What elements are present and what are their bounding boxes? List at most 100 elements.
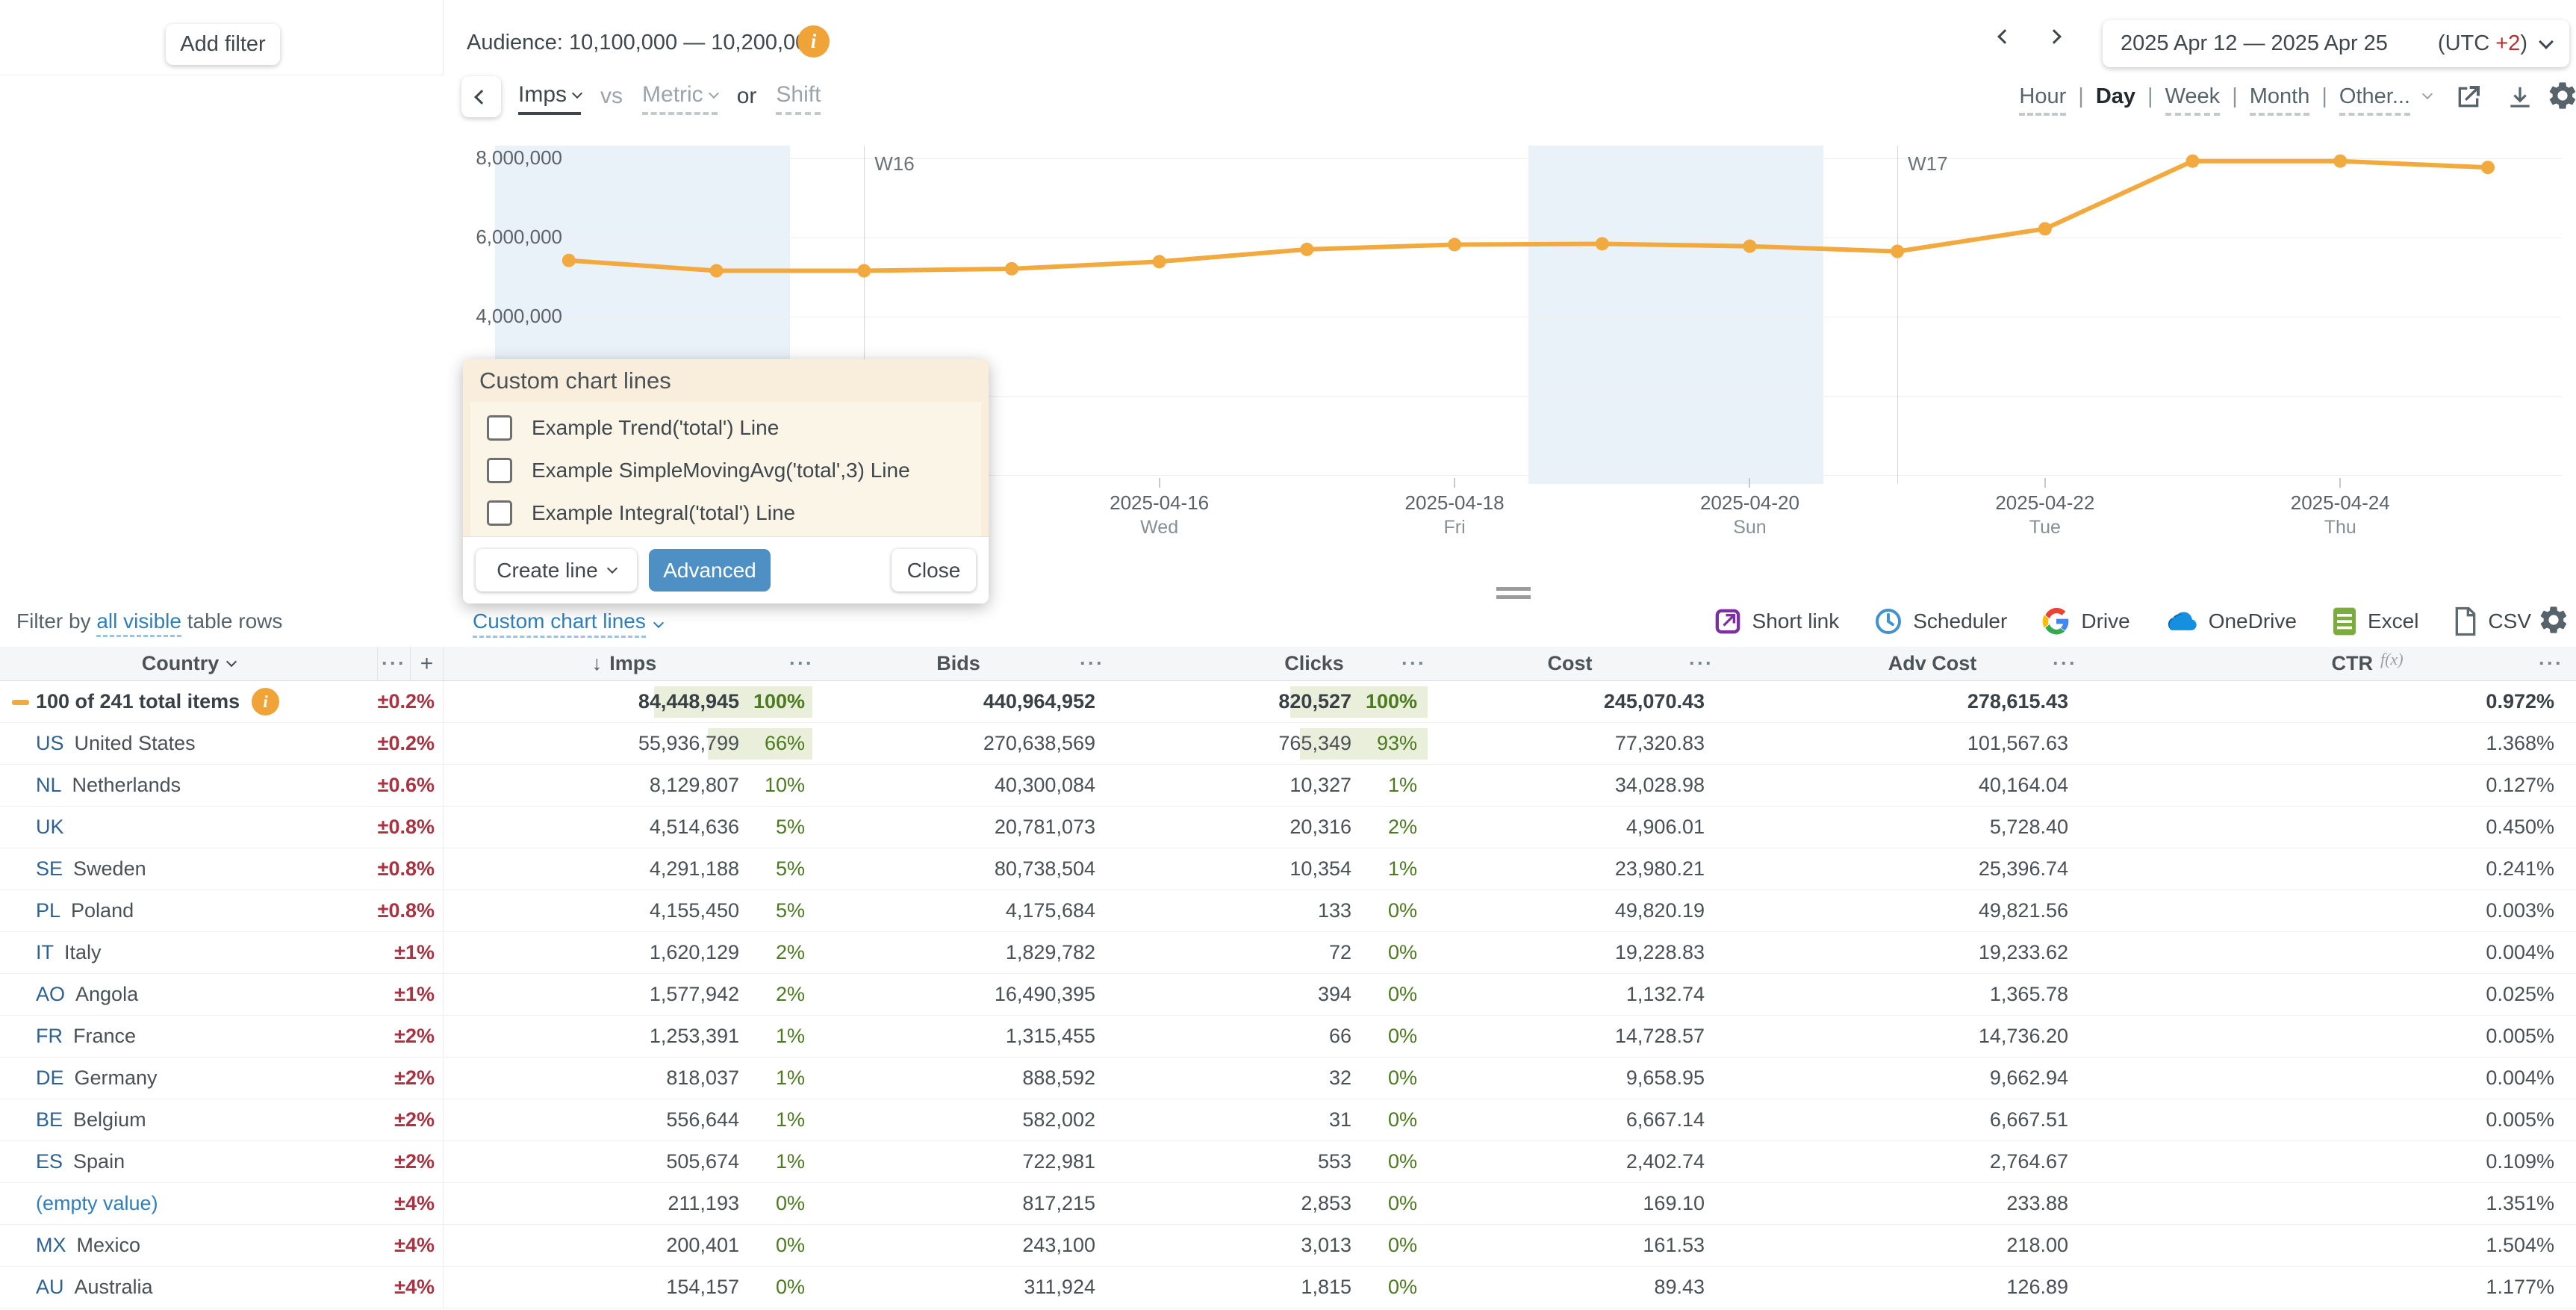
create-line-button[interactable]: Create line xyxy=(476,549,637,592)
data-point[interactable] xyxy=(562,254,576,267)
primary-metric-dropdown[interactable]: Imps xyxy=(518,82,581,115)
add-filter-button[interactable]: Add filter xyxy=(166,24,280,65)
column-header-label-cost[interactable]: Cost xyxy=(1435,647,1705,680)
column-menu-bids[interactable]: ··· xyxy=(1080,647,1104,680)
data-point[interactable] xyxy=(710,264,724,278)
open-in-new-icon[interactable] xyxy=(2454,82,2483,116)
cell-bids: 243,100 xyxy=(821,1225,1211,1266)
cell-cost: 77,320.83 xyxy=(1435,723,1796,764)
date-next-button[interactable] xyxy=(2049,31,2074,57)
chevron-down-icon xyxy=(709,87,719,98)
value-imps-pct: 0% xyxy=(748,1192,805,1215)
data-point[interactable] xyxy=(2038,222,2052,235)
country-code-link[interactable]: ES xyxy=(36,1150,63,1173)
table-row: SESweden±0.8%4,291,1885%80,738,50410,354… xyxy=(0,848,2576,890)
cell-cost: 19,228.83 xyxy=(1435,932,1796,973)
data-point[interactable] xyxy=(1153,255,1166,268)
column-header-country[interactable]: Country xyxy=(0,647,377,680)
value-ctr: 0.450% xyxy=(2486,816,2554,839)
country-code-link[interactable]: FR xyxy=(36,1025,63,1048)
excel-button[interactable]: Excel xyxy=(2331,606,2418,636)
data-point[interactable] xyxy=(1743,240,1756,253)
shift-toggle[interactable]: Shift xyxy=(776,82,821,115)
checkbox-icon[interactable] xyxy=(487,500,512,526)
granularity-hour[interactable]: Hour xyxy=(2019,84,2066,116)
gear-icon[interactable] xyxy=(2546,79,2576,116)
granularity-other[interactable]: Other... xyxy=(2339,84,2410,116)
audience-info-icon[interactable]: i xyxy=(797,25,830,58)
column-header-label-imps[interactable]: ↓Imps xyxy=(444,647,805,680)
country-code-link[interactable]: NL xyxy=(36,774,62,797)
checkbox-icon[interactable] xyxy=(487,458,512,483)
country-empty-value-link[interactable]: (empty value) xyxy=(36,1192,158,1215)
granularity-week[interactable]: Week xyxy=(2165,84,2221,116)
data-point[interactable] xyxy=(1891,245,1904,258)
country-code-link[interactable]: BE xyxy=(36,1108,63,1131)
data-point[interactable] xyxy=(2186,155,2200,168)
advanced-button[interactable]: Advanced xyxy=(649,549,771,592)
chart-line-option-1[interactable]: Example SimpleMovingAvg('total',3) Line xyxy=(470,449,981,491)
uncertainty-value: ±0.8% xyxy=(378,857,435,881)
column-header-label-bids[interactable]: Bids xyxy=(821,647,1095,680)
checkbox-icon[interactable] xyxy=(487,415,512,441)
data-point[interactable] xyxy=(1596,237,1609,250)
custom-chart-lines-link[interactable]: Custom chart lines xyxy=(473,609,662,638)
cell-country: FRFrance±2% xyxy=(0,1016,444,1057)
secondary-metric-dropdown[interactable]: Metric xyxy=(642,82,718,115)
cell-adv_cost: 6,667.51 xyxy=(1796,1099,2180,1140)
onedrive-button[interactable]: OneDrive xyxy=(2165,606,2297,636)
filter-suffix: table rows xyxy=(187,609,283,633)
data-point[interactable] xyxy=(1448,238,1461,252)
chart-back-button[interactable] xyxy=(461,76,501,117)
short-link-button[interactable]: Short link xyxy=(1713,606,1840,636)
data-point[interactable] xyxy=(1005,262,1018,276)
cell-ctr: 0.972% xyxy=(2180,681,2576,722)
column-menu-cost[interactable]: ··· xyxy=(1689,647,1714,680)
cell-cost: 161.53 xyxy=(1435,1225,1796,1266)
total-info-icon[interactable]: i xyxy=(252,688,279,715)
data-point[interactable] xyxy=(2333,155,2347,168)
column-menu-clicks[interactable]: ··· xyxy=(1401,647,1426,680)
country-code-link[interactable]: PL xyxy=(36,899,60,922)
date-range-picker[interactable]: 2025 Apr 12 — 2025 Apr 25 (UTC +2) xyxy=(2103,20,2569,67)
country-code-link[interactable]: DE xyxy=(36,1067,64,1090)
country-code-link[interactable]: UK xyxy=(36,816,64,839)
close-button[interactable]: Close xyxy=(892,549,976,592)
column-menu-adv_cost[interactable]: ··· xyxy=(2053,647,2077,680)
scheduler-label: Scheduler xyxy=(1913,609,2007,633)
value-cost: 169.10 xyxy=(1643,1192,1705,1215)
country-code-link[interactable]: AO xyxy=(36,983,65,1006)
column-header-label-clicks[interactable]: Clicks xyxy=(1211,647,1417,680)
country-code-link[interactable]: MX xyxy=(36,1234,66,1257)
table-settings-gear-icon[interactable] xyxy=(2537,603,2570,642)
add-column-button[interactable]: + xyxy=(410,647,444,680)
cell-adv_cost: 40,164.04 xyxy=(1796,765,2180,806)
value-imps-pct: 5% xyxy=(748,857,805,881)
value-bids: 1,315,455 xyxy=(1006,1025,1095,1048)
value-imps: 8,129,807 xyxy=(650,774,739,797)
column-menu-ctr[interactable]: ··· xyxy=(2539,647,2563,680)
chart-resize-handle[interactable] xyxy=(1496,587,1531,603)
data-point[interactable] xyxy=(857,264,871,278)
download-icon[interactable] xyxy=(2506,84,2534,116)
cell-country: 100 of 241 total itemsi±0.2% xyxy=(0,681,444,722)
column-menu-imps[interactable]: ··· xyxy=(789,647,814,680)
country-code-link[interactable]: US xyxy=(36,732,64,755)
data-point[interactable] xyxy=(2481,161,2495,174)
all-visible-link[interactable]: all visible xyxy=(96,609,181,637)
value-cost: 19,228.83 xyxy=(1615,941,1705,964)
country-code-link[interactable]: AU xyxy=(36,1276,64,1299)
granularity-month[interactable]: Month xyxy=(2250,84,2310,116)
country-column-menu[interactable]: ··· xyxy=(377,647,410,680)
country-code-link[interactable]: SE xyxy=(36,857,63,881)
drive-button[interactable]: Drive xyxy=(2041,606,2129,636)
data-point[interactable] xyxy=(1300,243,1313,256)
column-header-label-adv_cost[interactable]: Adv Cost xyxy=(1796,647,2068,680)
scheduler-button[interactable]: Scheduler xyxy=(1873,606,2007,636)
csv-button[interactable]: CSV xyxy=(2453,606,2531,636)
chart-line-option-2[interactable]: Example Integral('total') Line xyxy=(470,491,981,534)
chart-line-option-0[interactable]: Example Trend('total') Line xyxy=(470,406,981,449)
date-prev-button[interactable] xyxy=(2000,31,2025,57)
column-header-label-ctr[interactable]: CTRf(x) xyxy=(2180,647,2554,680)
country-code-link[interactable]: IT xyxy=(36,941,54,964)
